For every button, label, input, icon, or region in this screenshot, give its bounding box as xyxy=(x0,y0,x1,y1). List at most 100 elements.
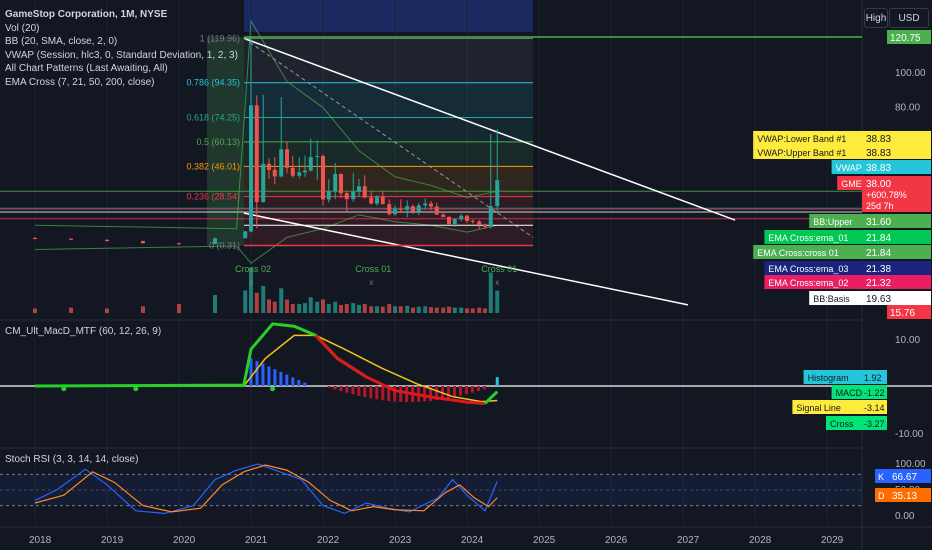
indicator-ema-cross[interactable]: EMA Cross (7, 21, 50, 200, close) xyxy=(5,76,238,90)
candle-body xyxy=(375,197,379,204)
candle-body xyxy=(290,167,295,176)
candle-body xyxy=(141,240,145,244)
x-tick-label: 2028 xyxy=(749,535,772,546)
stoch-rsi-legend[interactable]: Stoch RSI (3, 3, 14, 14, close) xyxy=(5,453,138,467)
histogram-bar xyxy=(495,377,499,386)
indicator-bb[interactable]: BB (20, SMA, close, 2, 0) xyxy=(5,35,238,49)
cross-dot xyxy=(61,386,67,392)
volume-bar xyxy=(423,306,428,313)
x-tick-label: 2026 xyxy=(605,535,628,546)
macd-label-value: -3.27 xyxy=(864,419,885,429)
macd-legend[interactable]: CM_Ult_MacD_MTF (60, 12, 26, 9) xyxy=(5,325,161,339)
currency-button[interactable]: USD xyxy=(889,8,929,28)
volume-bar xyxy=(447,306,451,313)
candle-body xyxy=(488,206,493,227)
price-label-name: EMA Cross:ema_03 xyxy=(768,264,848,274)
macd-label-name: Cross xyxy=(830,419,854,429)
candle-body xyxy=(441,214,446,217)
rsi-label-value: 66.67 xyxy=(892,472,917,483)
volume-bar xyxy=(477,307,482,313)
volume-bar xyxy=(441,307,446,313)
cross-label: Cross 02 xyxy=(235,264,271,274)
candle-body xyxy=(267,163,271,170)
histogram-bar xyxy=(327,386,331,388)
volume-bar xyxy=(339,304,343,313)
histogram-bar xyxy=(297,379,301,386)
macd-legend-label[interactable]: CM_Ult_MacD_MTF (60, 12, 26, 9) xyxy=(5,325,161,339)
volume-bar xyxy=(459,307,464,313)
candle-body xyxy=(398,208,403,210)
volume-bar xyxy=(285,299,289,313)
volume-bar xyxy=(243,290,248,313)
price-label-value: 21.84 xyxy=(866,248,891,259)
price-label-value: 19.63 xyxy=(866,294,891,305)
price-label-value: 120.75 xyxy=(890,33,921,44)
price-label-name: VWAP:Lower Band #1 xyxy=(757,134,846,144)
price-label-value: 38.83 xyxy=(866,134,891,145)
volume-bar xyxy=(141,306,145,313)
price-label-value: 38.83 xyxy=(866,163,891,174)
candle-body xyxy=(213,238,217,244)
volume-bar xyxy=(249,268,253,313)
price-label-name: EMA Cross:ema_01 xyxy=(768,233,848,243)
histogram-bar xyxy=(375,386,379,400)
high-button[interactable]: High xyxy=(864,8,888,28)
cross-label: Cross 01 xyxy=(355,264,391,274)
candle-body xyxy=(105,239,109,241)
histogram-bar xyxy=(357,386,361,396)
cross-marker: x xyxy=(369,278,373,287)
candle-body xyxy=(272,169,277,177)
volume-bar xyxy=(315,301,320,313)
volume-bar xyxy=(177,304,181,313)
histogram-bar xyxy=(267,366,271,386)
volume-bar xyxy=(434,307,439,313)
stoch-rsi-legend-label[interactable]: Stoch RSI (3, 3, 14, 14, close) xyxy=(5,453,138,467)
volume-bar xyxy=(351,303,356,313)
price-label-value: 21.32 xyxy=(866,278,891,289)
candle-body xyxy=(459,215,464,220)
volume-bar xyxy=(357,304,361,313)
histogram-bar xyxy=(464,386,468,395)
indicator-chart-patterns[interactable]: All Chart Patterns (Last Awaiting, All) xyxy=(5,62,238,76)
volume-bar xyxy=(387,304,392,313)
price-label-value: 21.84 xyxy=(866,233,891,244)
price-tick-label: 80.00 xyxy=(895,103,920,114)
histogram-bar xyxy=(255,361,259,386)
histogram-bar xyxy=(369,386,373,399)
candle-body xyxy=(357,186,361,192)
volume-bar xyxy=(297,304,302,313)
candle-body xyxy=(477,221,482,225)
volume-bar xyxy=(267,299,271,313)
histogram-bar xyxy=(279,371,283,386)
volume-bar xyxy=(369,306,374,313)
candle-body xyxy=(308,157,313,171)
candle-body xyxy=(261,163,266,203)
candle-body xyxy=(483,224,487,227)
candle-body xyxy=(254,105,259,203)
histogram-bar xyxy=(345,386,349,393)
volume-bar xyxy=(495,290,500,313)
candle-body xyxy=(495,180,500,207)
candle-body xyxy=(339,173,343,194)
x-tick-label: 2022 xyxy=(317,535,340,546)
candle-body xyxy=(447,216,451,225)
histogram-bar xyxy=(423,386,427,402)
price-label-name: VWAP:Upper Band #1 xyxy=(757,148,846,158)
histogram-bar xyxy=(351,386,355,395)
volume-bar xyxy=(375,306,379,313)
candle-body xyxy=(303,170,307,173)
price-label-extra: 25d 7h xyxy=(866,201,894,211)
x-tick-label: 2024 xyxy=(461,535,484,546)
histogram-bar xyxy=(291,377,295,386)
fib-level-label: 0.618 (74.25) xyxy=(186,112,240,122)
fib-level-label: 0.236 (28.54) xyxy=(186,192,240,202)
indicator-vwap[interactable]: VWAP (Session, hlc3, 0, Standard Deviati… xyxy=(5,49,238,63)
macd-label-name: Histogram xyxy=(808,373,849,383)
volume-bar xyxy=(33,308,37,313)
price-label-name: BB:Basis xyxy=(813,294,850,304)
cross-marker: x xyxy=(495,278,499,287)
candle-body xyxy=(344,193,349,200)
candle-body xyxy=(177,243,181,245)
indicator-vol[interactable]: Vol (20) xyxy=(5,22,238,36)
symbol-title[interactable]: GameStop Corporation, 1M, NYSE xyxy=(5,8,238,22)
